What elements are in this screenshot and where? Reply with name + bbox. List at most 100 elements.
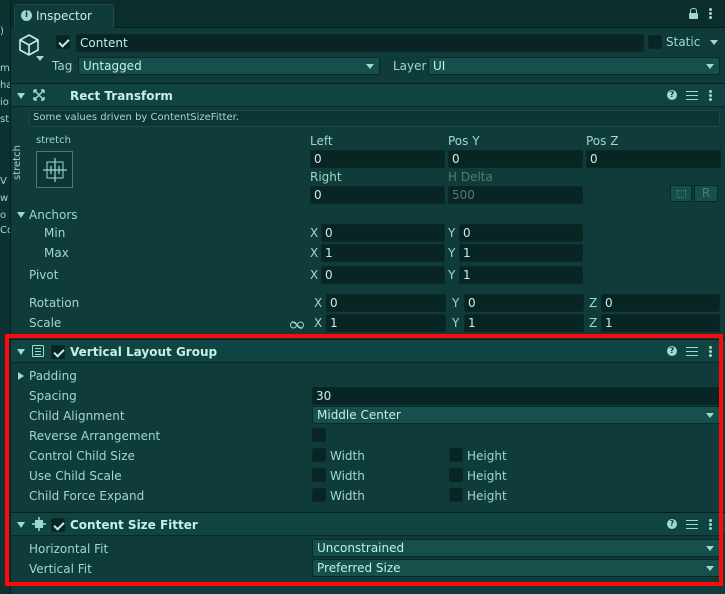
- tag-label: Tag: [52, 59, 73, 73]
- pivot-x-field[interactable]: 0: [321, 266, 445, 284]
- static-label: Static: [666, 35, 701, 49]
- scale-height-checkbox[interactable]: [449, 468, 463, 482]
- presets-icon[interactable]: [686, 346, 698, 356]
- scale-x-field[interactable]: 1: [326, 314, 446, 332]
- help-icon[interactable]: ?: [667, 90, 677, 100]
- presets-icon[interactable]: [686, 519, 698, 529]
- expand-width-checkbox[interactable]: [312, 488, 326, 502]
- anchor-preset-top-label: stretch: [36, 135, 71, 146]
- tab-bar: i Inspector: [11, 0, 725, 28]
- gameobject-name-field[interactable]: Content: [76, 34, 644, 52]
- child-alignment-dropdown[interactable]: Middle Center: [312, 406, 720, 424]
- scale-y-field[interactable]: 1: [464, 314, 584, 332]
- x-label: X: [314, 316, 323, 330]
- child-force-expand-label: Child Force Expand: [29, 489, 145, 503]
- max-label: Max: [44, 246, 69, 260]
- spacing-field[interactable]: 30: [312, 387, 720, 405]
- tab-menu-icon[interactable]: [709, 8, 712, 19]
- height-label: Height: [467, 469, 507, 483]
- anchor-min-x-field[interactable]: 0: [321, 224, 445, 242]
- foldout-arrow-icon[interactable]: [17, 522, 25, 528]
- use-child-scale-label: Use Child Scale: [29, 469, 122, 483]
- anchor-presets-button[interactable]: [36, 151, 73, 188]
- component-menu-icon[interactable]: [709, 519, 712, 530]
- inspector-window: ) m ha io st V w o Co i Inspector Conten…: [0, 0, 725, 594]
- foldout-arrow-icon[interactable]: [17, 93, 25, 99]
- component-enabled-checkbox[interactable]: [51, 518, 65, 532]
- reverse-arrangement-label: Reverse Arrangement: [29, 429, 161, 443]
- tag-value: Untagged: [83, 59, 142, 73]
- raw-edit-button[interactable]: R: [694, 185, 718, 202]
- edge-char: ha: [0, 80, 10, 91]
- help-icon[interactable]: ?: [667, 519, 677, 529]
- scale-label: Scale: [29, 316, 62, 330]
- control-width-checkbox[interactable]: [312, 448, 326, 462]
- left-label: Left: [310, 134, 333, 148]
- tab-inspector[interactable]: i Inspector: [14, 4, 114, 28]
- component-menu-icon[interactable]: [709, 90, 712, 101]
- anchors-label: Anchors: [29, 208, 78, 222]
- h-delta-field: 500: [448, 186, 583, 204]
- chevron-down-icon: [706, 64, 714, 69]
- vertical-layout-group-header[interactable]: Vertical Layout Group ?: [11, 339, 725, 363]
- edge-char: st: [0, 114, 10, 125]
- horizontal-fit-dropdown[interactable]: Unconstrained: [312, 539, 720, 557]
- rotation-y-field[interactable]: 0: [464, 294, 584, 312]
- constrain-proportions-icon[interactable]: [290, 318, 304, 330]
- pivot-y-field[interactable]: 1: [459, 266, 583, 284]
- control-height-checkbox[interactable]: [449, 448, 463, 462]
- rotation-z-field[interactable]: 0: [601, 294, 720, 312]
- icon-dropdown-arrow[interactable]: [36, 56, 44, 61]
- content-size-fitter-header[interactable]: Content Size Fitter ?: [11, 512, 725, 536]
- anchor-max-y-field[interactable]: 1: [459, 244, 583, 262]
- pivot-label: Pivot: [29, 268, 59, 282]
- padding-label: Padding: [29, 369, 77, 383]
- rect-transform-icon: [33, 89, 45, 101]
- blueprint-mode-button[interactable]: [670, 185, 692, 202]
- info-icon: i: [21, 10, 32, 21]
- x-label: X: [310, 246, 319, 260]
- tag-dropdown[interactable]: Untagged: [78, 57, 380, 75]
- pos-y-field[interactable]: 0: [448, 150, 583, 168]
- horizontal-fit-label: Horizontal Fit: [29, 542, 109, 556]
- vertical-fit-dropdown[interactable]: Preferred Size: [312, 559, 720, 577]
- component-enabled-checkbox[interactable]: [51, 345, 65, 359]
- child-alignment-label: Child Alignment: [29, 409, 125, 423]
- right-field[interactable]: 0: [310, 186, 445, 204]
- component-menu-icon[interactable]: [709, 346, 712, 357]
- x-label: X: [310, 268, 319, 282]
- component-title: Content Size Fitter: [70, 518, 198, 532]
- rect-transform-header[interactable]: Rect Transform ?: [11, 83, 725, 107]
- rotation-x-field[interactable]: 0: [326, 294, 446, 312]
- right-label: Right: [310, 170, 342, 184]
- expand-height-checkbox[interactable]: [449, 488, 463, 502]
- left-field[interactable]: 0: [310, 150, 445, 168]
- help-icon[interactable]: ?: [667, 346, 677, 356]
- reverse-arrangement-checkbox[interactable]: [312, 428, 326, 442]
- z-label: Z: [589, 296, 598, 310]
- content-size-fitter-icon: [32, 517, 46, 531]
- gameobject-cube-icon[interactable]: [17, 33, 41, 57]
- child-alignment-value: Middle Center: [317, 408, 401, 422]
- presets-icon[interactable]: [686, 90, 698, 100]
- z-label: Z: [589, 316, 598, 330]
- padding-foldout-arrow[interactable]: [18, 372, 24, 380]
- vertical-fit-label: Vertical Fit: [29, 562, 92, 576]
- static-dropdown-arrow[interactable]: [710, 40, 718, 45]
- foldout-arrow-icon[interactable]: [17, 349, 25, 355]
- static-checkbox[interactable]: [648, 35, 662, 49]
- scale-z-field[interactable]: 1: [601, 314, 720, 332]
- pos-y-label: Pos Y: [448, 134, 480, 148]
- vertical-fit-value: Preferred Size: [317, 561, 401, 575]
- y-label: Y: [452, 296, 460, 310]
- layout-group-icon: [32, 345, 44, 357]
- anchors-foldout-arrow[interactable]: [17, 212, 25, 218]
- scale-width-checkbox[interactable]: [312, 468, 326, 482]
- lock-icon[interactable]: [689, 8, 698, 19]
- pos-z-field[interactable]: 0: [586, 150, 721, 168]
- anchor-min-y-field[interactable]: 0: [459, 224, 583, 242]
- gameobject-active-checkbox[interactable]: [56, 35, 70, 49]
- tab-label: Inspector: [36, 9, 92, 23]
- layer-dropdown[interactable]: UI: [428, 57, 720, 75]
- anchor-max-x-field[interactable]: 1: [321, 244, 445, 262]
